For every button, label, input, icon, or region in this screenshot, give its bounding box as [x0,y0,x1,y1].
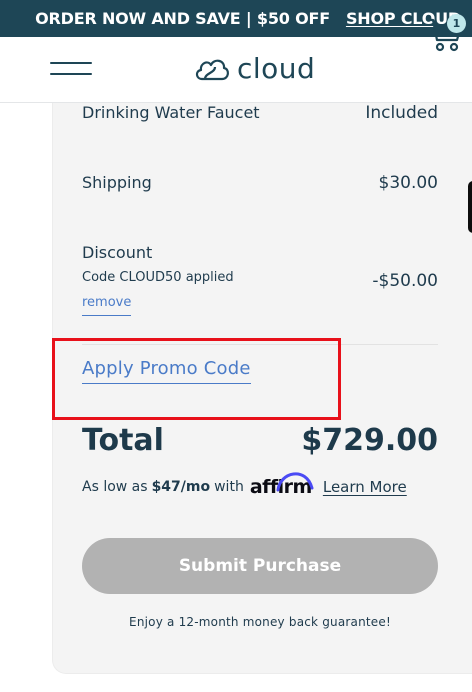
affirm-financing: As low as $47/mo with affirm Learn More [82,472,407,498]
promo-offer-text: ORDER NOW AND SAVE | $50 OFF [35,9,330,28]
remove-discount-link[interactable]: remove [82,295,132,316]
guarantee-text: Enjoy a 12-month money back guarantee! [129,615,391,629]
discount-row: Discount Code CLOUD50 applied remove -$5… [82,243,438,316]
summary-divider [82,344,438,345]
faucet-value: Included [365,103,438,123]
discount-label: Discount [82,243,153,262]
logo-text: cloud [237,52,316,85]
menu-button[interactable] [50,59,92,79]
submit-purchase-button[interactable]: Submit Purchase [82,538,438,594]
faucet-label: Drinking Water Faucet [82,103,260,122]
side-tab[interactable] [468,181,472,233]
menu-icon-bar [50,73,92,75]
shipping-value: $30.00 [378,173,438,193]
apply-promo-code-link[interactable]: Apply Promo Code [82,358,251,384]
discount-value: -$50.00 [372,271,438,291]
site-header: cloud [0,37,472,103]
total-value: $729.00 [301,423,438,458]
financing-with: with [214,479,244,495]
learn-more-link[interactable]: Learn More [323,478,407,496]
total-row: Total $729.00 [82,423,438,458]
cloud-logo[interactable]: cloud [193,51,315,87]
affirm-arc-icon [276,472,314,492]
financing-prefix: As low as [82,479,148,495]
financing-amount: $47/mo [151,479,211,495]
shipping-row: Shipping $30.00 [82,173,438,193]
cloud-logo-icon [195,59,229,81]
promo-banner: ORDER NOW AND SAVE | $50 OFF SHOP CLOUD [0,0,472,37]
menu-icon [50,62,92,64]
faucet-row: Drinking Water Faucet Included [82,103,438,123]
cart-count-badge: 1 [447,14,466,33]
total-label: Total [82,423,164,458]
affirm-logo: affirm [250,472,314,498]
shipping-label: Shipping [82,173,152,192]
